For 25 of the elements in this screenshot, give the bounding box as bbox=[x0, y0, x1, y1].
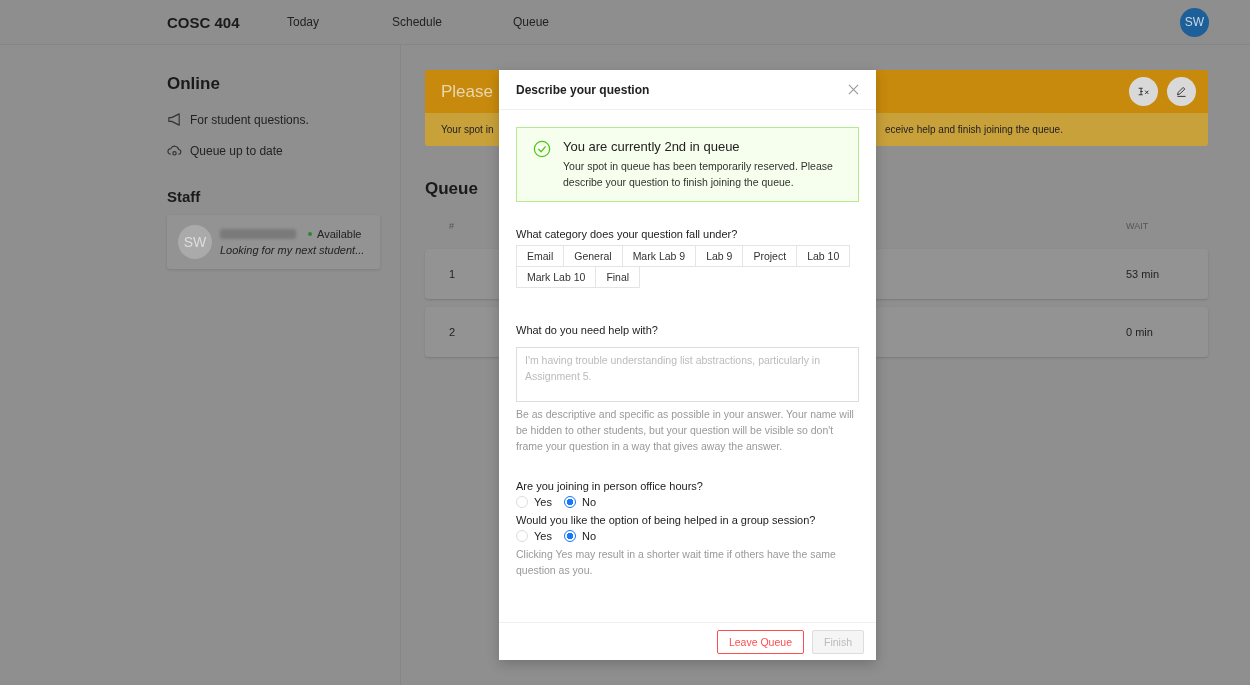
help-text: Clicking Yes may result in a shorter wait time if others have the same question as you. bbox=[516, 547, 837, 578]
row-number: 1 bbox=[449, 268, 456, 280]
banner-text: Your spot in bbox=[441, 124, 495, 135]
info-text: Queue up to date bbox=[190, 143, 283, 158]
field-label: What do you need help with? bbox=[516, 324, 659, 336]
alert-title: You are currently 2nd in queue bbox=[563, 139, 741, 154]
section-title: Staff bbox=[167, 188, 202, 205]
wait-time: 0 min bbox=[1126, 326, 1154, 338]
column-header: # bbox=[449, 221, 454, 233]
help-text: Be as descriptive and specific as possible in your answer. Your name will be hidden to other students, but your question will be visible so don't frame your question in a way that gives away the answer. bbox=[516, 407, 855, 454]
alert-text: Your spot in queue has been temporarily reserved. Please describe your question to finish joining the queue. bbox=[563, 159, 834, 190]
column-header: WAIT bbox=[1126, 221, 1150, 233]
staff-message: Looking for my next student... bbox=[220, 244, 365, 256]
question-label: Are you joining in person office hours? bbox=[516, 480, 704, 492]
info-text: For student questions. bbox=[190, 112, 309, 127]
wait-time: 53 min bbox=[1126, 268, 1161, 280]
staff-status: Available bbox=[317, 228, 362, 240]
banner-title: Please bbox=[441, 81, 493, 102]
field-label: What category does your question fall under? bbox=[516, 228, 739, 240]
row-number: 2 bbox=[449, 326, 456, 338]
question-label: Would you like the option of being helped in a group session? bbox=[516, 514, 817, 526]
dialog-title: Describe your question bbox=[516, 82, 650, 97]
banner-text: eceive help and finish joining the queue. bbox=[885, 124, 1063, 135]
queue-title: Queue bbox=[425, 179, 478, 199]
section-title: Online bbox=[167, 74, 221, 94]
